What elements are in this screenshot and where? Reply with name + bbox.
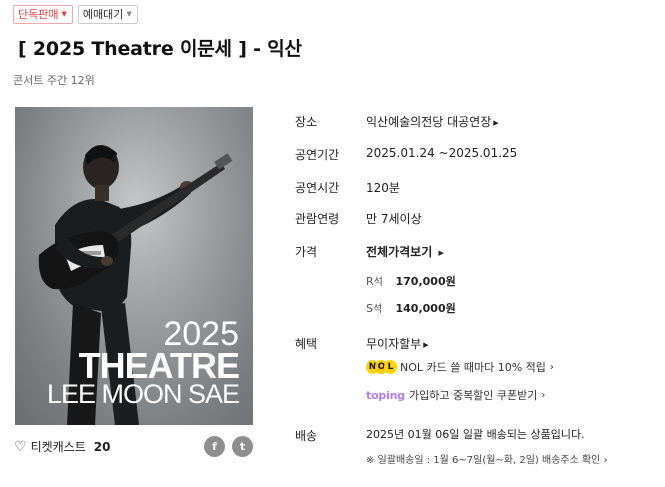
arrow-right-icon: ▶ [423, 340, 429, 349]
chevron-right-icon: › [541, 389, 546, 401]
view-all-prices-link[interactable]: 전체가격보기 ▶ [366, 243, 444, 260]
facebook-share-button[interactable]: f [204, 436, 225, 457]
seat-suffix: 석 [373, 277, 383, 288]
arrow-right-icon: ▶ [438, 248, 444, 257]
poster-image: 2025 THEATRE LEE MOON SAE [15, 107, 253, 425]
exclusive-sale-badge[interactable]: 단독판매 ▼ [13, 5, 73, 24]
chevron-right-icon: › [603, 455, 608, 466]
nol-logo-icon: NOL [366, 359, 397, 375]
price-label: 가격 [295, 245, 318, 259]
ticketcast-count: 20 [93, 439, 111, 454]
waiting-badge[interactable]: 예매대기 ▼ [77, 5, 138, 24]
badge-group: 단독판매 ▼ 예매대기 ▼ [13, 5, 138, 24]
benefit-label: 혜택 [295, 337, 318, 351]
toping-benefit-text: 가입하고 중복할인 쿠폰받기 [408, 389, 538, 402]
chevron-right-icon: › [549, 361, 554, 373]
seat-suffix: 석 [372, 304, 383, 315]
view-all-prices-label: 전체가격보기 [366, 245, 433, 259]
age-value: 만 7세이상 [366, 212, 422, 226]
duration-label: 공연시간 [295, 181, 340, 195]
page-title: [ 2025 Theatre 이문세 ] - 익산 [18, 38, 302, 60]
period-value: 2025.01.24 ~2025.01.25 [366, 146, 518, 160]
weekly-rank: 콘서트 주간 12위 [13, 74, 95, 87]
toping-logo: toping [366, 388, 405, 402]
age-label: 관람연령 [295, 212, 340, 226]
period-label: 공연기간 [295, 148, 340, 162]
heart-icon: ♡ [14, 438, 27, 455]
delivery-note: ※ 일괄배송일 : 1월 6~7일(월~화, 2일) 배송주소 확인 [366, 455, 601, 466]
facebook-icon: f [212, 440, 217, 453]
seat-price-s: S석 140,000원 [366, 300, 456, 316]
twitter-share-button[interactable]: t [232, 436, 253, 457]
seat-grade: R [366, 275, 374, 288]
poster-artist-name: LEE MOON SAE [46, 379, 240, 409]
waiting-label: 예매대기 [82, 8, 124, 21]
venue-link[interactable]: 익산예술의전당 대공연장 ▶ [366, 113, 499, 130]
seat-grade: S [366, 302, 373, 315]
twitter-icon: t [239, 440, 246, 453]
seat-price: 170,000원 [395, 275, 456, 288]
caret-down-icon: ▼ [61, 10, 67, 18]
nol-card-benefit[interactable]: NOL NOL 카드 쓸 때마다 10% 적립 › [366, 359, 554, 375]
seat-price-r: R석 170,000원 [366, 273, 456, 289]
delivery-value: 2025년 01월 06일 일괄 배송되는 상품입니다. [366, 428, 585, 441]
nol-benefit-text: NOL 카드 쓸 때마다 10% 적립 [400, 361, 546, 374]
seat-price: 140,000원 [395, 302, 456, 315]
interest-free-link[interactable]: 무이자할부 ▶ [366, 335, 429, 352]
arrow-right-icon: ▶ [493, 118, 499, 127]
delivery-label: 배송 [295, 429, 318, 443]
duration-value: 120분 [366, 181, 400, 195]
delivery-address-check-link[interactable]: ※ 일괄배송일 : 1월 6~7일(월~화, 2일) 배송주소 확인 › [366, 451, 608, 466]
ticketcast-like-button[interactable]: ♡ 티켓캐스트 20 [14, 438, 110, 455]
exclusive-sale-label: 단독판매 [18, 8, 59, 21]
ticketcast-label: 티켓캐스트 [30, 440, 86, 454]
venue-value: 익산예술의전당 대공연장 [366, 115, 492, 129]
venue-label: 장소 [295, 115, 318, 129]
toping-coupon-link[interactable]: toping 가입하고 중복할인 쿠폰받기 › [366, 387, 545, 403]
caret-down-icon: ▼ [126, 10, 132, 18]
interest-free-value: 무이자할부 [366, 337, 422, 351]
